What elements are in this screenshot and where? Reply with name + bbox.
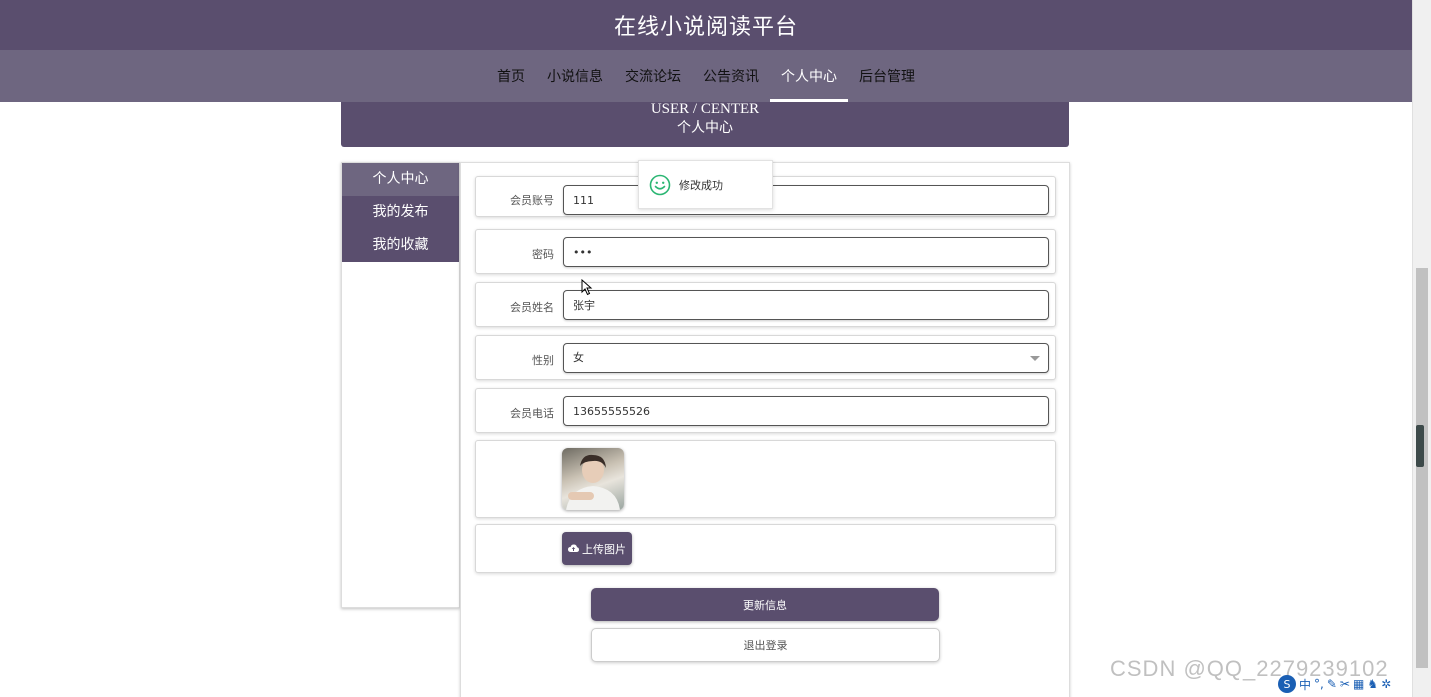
chevron-down-icon bbox=[1030, 356, 1040, 361]
ime-logo-icon[interactable]: S bbox=[1278, 675, 1296, 693]
avatar-photo-icon bbox=[566, 454, 620, 510]
sidebar-item-user-center[interactable]: 个人中心 bbox=[342, 163, 459, 196]
name-label: 会员姓名 bbox=[510, 301, 554, 314]
form-row-password: 密码 bbox=[475, 229, 1056, 274]
ime-shirt-icon[interactable]: ♞ bbox=[1367, 677, 1378, 691]
account-label: 会员账号 bbox=[510, 194, 554, 207]
cloud-upload-icon bbox=[568, 544, 579, 552]
phone-label: 会员电话 bbox=[510, 407, 554, 420]
ime-toolbar[interactable]: S 中 °, ✎ ✂ ▦ ♞ ✲ bbox=[1278, 674, 1391, 694]
password-label: 密码 bbox=[532, 248, 554, 261]
form-row-avatar bbox=[475, 440, 1056, 518]
gender-select-value: 女 bbox=[573, 351, 584, 364]
banner-title-en: USER / CENTER bbox=[650, 101, 760, 117]
banner-title-cn: 个人中心 bbox=[677, 120, 733, 136]
profile-form-panel: 会员账号 密码 会员姓名 性别 女 会员电话 bbox=[460, 162, 1070, 697]
phone-input[interactable] bbox=[563, 396, 1049, 426]
nav-item-news[interactable]: 公告资讯 bbox=[692, 50, 770, 102]
sidebar-item-my-favorites[interactable]: 我的收藏 bbox=[342, 229, 459, 262]
scrollbar-thumb[interactable] bbox=[1416, 268, 1428, 668]
ime-language[interactable]: 中 bbox=[1299, 676, 1311, 693]
top-header: 在线小说阅读平台 bbox=[0, 0, 1412, 50]
gender-select[interactable]: 女 bbox=[563, 343, 1049, 373]
upload-image-button[interactable]: 上传图片 bbox=[562, 532, 632, 565]
site-title: 在线小说阅读平台 bbox=[613, 15, 798, 40]
account-input[interactable] bbox=[563, 185, 1049, 215]
name-input[interactable] bbox=[563, 290, 1049, 320]
ime-punctuation-icon[interactable]: °, bbox=[1314, 677, 1324, 691]
password-input[interactable] bbox=[563, 237, 1049, 267]
success-toast: 修改成功 bbox=[638, 160, 773, 209]
form-row-gender: 性别 女 bbox=[475, 335, 1056, 380]
nav-item-novels[interactable]: 小说信息 bbox=[536, 50, 614, 102]
nav-item-home[interactable]: 首页 bbox=[486, 50, 536, 102]
nav-item-user-center[interactable]: 个人中心 bbox=[770, 50, 848, 102]
side-drawer-handle[interactable] bbox=[1416, 425, 1424, 467]
mouse-cursor-icon bbox=[581, 279, 593, 296]
sidebar-item-my-posts[interactable]: 我的发布 bbox=[342, 196, 459, 229]
page-scrollbar[interactable] bbox=[1412, 0, 1431, 697]
ime-pen-icon[interactable]: ✎ bbox=[1327, 677, 1337, 691]
form-row-phone: 会员电话 bbox=[475, 388, 1056, 433]
form-row-upload: 上传图片 bbox=[475, 524, 1056, 573]
upload-image-label: 上传图片 bbox=[582, 542, 626, 556]
user-sidebar: 个人中心 我的发布 我的收藏 bbox=[341, 162, 460, 608]
gender-label: 性别 bbox=[532, 354, 554, 367]
form-row-name: 会员姓名 bbox=[475, 282, 1056, 327]
page-banner: USER / CENTER 个人中心 bbox=[341, 101, 1069, 147]
main-nav: 首页 小说信息 交流论坛 公告资讯 个人中心 后台管理 bbox=[0, 50, 1412, 102]
nav-item-forum[interactable]: 交流论坛 bbox=[614, 50, 692, 102]
ime-settings-icon[interactable]: ✲ bbox=[1381, 677, 1391, 691]
ime-keyboard-icon[interactable]: ▦ bbox=[1353, 677, 1364, 691]
update-info-button[interactable]: 更新信息 bbox=[591, 588, 939, 621]
smile-icon bbox=[649, 174, 671, 195]
avatar-image bbox=[562, 448, 624, 510]
ime-scissors-icon[interactable]: ✂ bbox=[1340, 677, 1350, 691]
toast-message: 修改成功 bbox=[679, 178, 723, 192]
logout-button[interactable]: 退出登录 bbox=[591, 628, 940, 662]
nav-item-admin[interactable]: 后台管理 bbox=[848, 50, 926, 102]
